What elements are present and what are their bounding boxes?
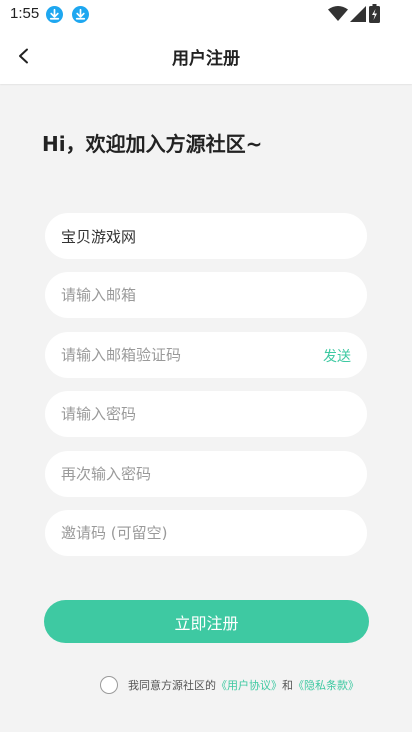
agreement-row: 我同意方源社区的 《用户协议》 和 《隐私条款》 <box>100 674 359 696</box>
invite-code-input[interactable] <box>61 510 301 556</box>
download-icon <box>72 6 89 23</box>
app-bar: 用户注册 <box>0 28 412 84</box>
email-code-input[interactable] <box>61 332 301 378</box>
download-icon <box>46 6 63 23</box>
username-field <box>45 213 367 259</box>
invite-code-field <box>45 510 367 556</box>
user-agreement-link[interactable]: 《用户协议》 <box>216 677 282 693</box>
email-input[interactable] <box>61 272 301 318</box>
username-input[interactable] <box>61 213 301 259</box>
status-time: 1:55 <box>10 5 40 22</box>
send-code-button[interactable]: 发送 <box>323 346 351 366</box>
email-field <box>45 272 367 318</box>
signal-icon <box>350 6 366 22</box>
battery-icon <box>369 4 380 23</box>
agree-checkbox[interactable] <box>100 676 118 694</box>
password-confirm-field <box>45 451 367 497</box>
welcome-heading: Hi，欢迎加入方源社区~ <box>42 132 263 156</box>
agreement-and: 和 <box>282 679 293 692</box>
wifi-icon <box>328 6 348 21</box>
password-confirm-input[interactable] <box>61 451 301 497</box>
privacy-policy-link[interactable]: 《隐私条款》 <box>293 677 359 693</box>
page-title: 用户注册 <box>172 49 240 69</box>
agreement-prefix: 我同意方源社区的 <box>128 679 216 692</box>
password-input[interactable] <box>61 391 301 437</box>
password-field <box>45 391 367 437</box>
status-bar: 1:55 <box>0 0 412 28</box>
register-button[interactable]: 立即注册 <box>44 600 369 643</box>
email-code-field: 发送 <box>45 332 367 378</box>
